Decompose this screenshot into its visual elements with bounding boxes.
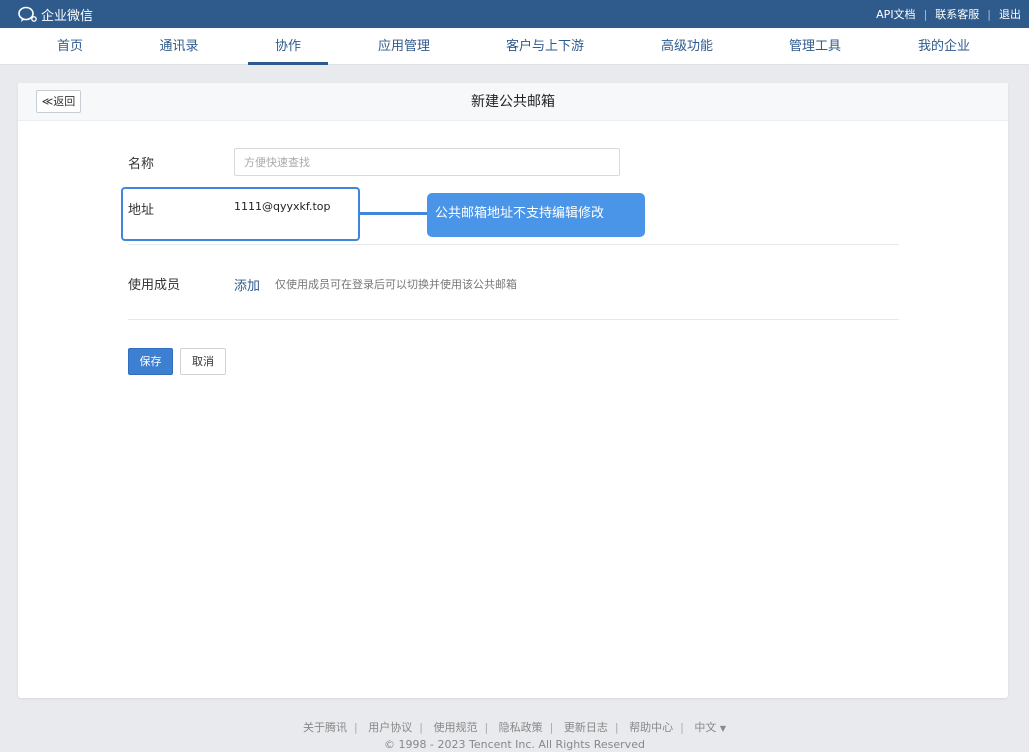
- divider: |: [923, 7, 928, 21]
- address-highlight-box: [121, 187, 360, 241]
- nav-contacts[interactable]: 通讯录: [156, 28, 202, 65]
- divider: |: [354, 721, 358, 734]
- footer-link-privacy[interactable]: 隐私政策: [499, 721, 543, 734]
- divider: |: [614, 721, 619, 734]
- language-selector[interactable]: 中文 ▼: [694, 721, 726, 734]
- copyright: © 1998 - 2023 Tencent Inc. All Rights Re…: [384, 738, 645, 751]
- divider: |: [987, 7, 991, 21]
- top-links: API文档 | 联系客服 | 退出: [876, 6, 1021, 22]
- annotation-callout: 公共邮箱地址不支持编辑修改: [427, 193, 645, 237]
- divider: |: [549, 721, 554, 734]
- footer-link-about[interactable]: 关于腾讯: [303, 721, 347, 734]
- logo[interactable]: 企业微信: [18, 5, 94, 24]
- language-label: 中文: [694, 721, 717, 734]
- footer-link-user-agreement[interactable]: 用户协议: [368, 721, 412, 734]
- nav-home[interactable]: 首页: [52, 28, 88, 65]
- caret-down-icon: ▼: [719, 724, 726, 733]
- main-card: 新建公共邮箱 ≪返回 名称 地址 1111@qyyxkf.top 公共邮箱地址不…: [18, 83, 1008, 698]
- logo-text: 企业微信: [41, 8, 94, 24]
- members-hint: 仅使用成员可在登录后可以切换并使用该公共邮箱: [275, 278, 517, 291]
- nav-customers-partners[interactable]: 客户与上下游: [500, 28, 590, 65]
- annotation-connector: [360, 212, 428, 215]
- top-bar: 企业微信 API文档 | 联系客服 | 退出: [0, 0, 1029, 28]
- address-value: 1111@qyyxkf.top: [234, 200, 331, 213]
- footer-link-usage-rules[interactable]: 使用规范: [433, 721, 477, 734]
- api-docs-link[interactable]: API文档: [876, 6, 915, 22]
- nav-advanced-features[interactable]: 高级功能: [655, 28, 719, 65]
- footer-link-changelog[interactable]: 更新日志: [564, 721, 608, 734]
- nav-my-enterprise[interactable]: 我的企业: [912, 28, 976, 65]
- divider: |: [484, 721, 489, 734]
- contact-support-link[interactable]: 联系客服: [935, 6, 979, 22]
- add-member-link[interactable]: 添加: [234, 275, 260, 294]
- page-title: 新建公共邮箱: [471, 94, 555, 110]
- footer-link-help[interactable]: 帮助中心: [629, 721, 673, 734]
- footer-links: 关于腾讯 | 用户协议 | 使用规范 | 隐私政策 | 更新日志 | 帮助中心 | 中文 ▼: [0, 719, 1029, 735]
- divider: |: [419, 721, 423, 734]
- cancel-button[interactable]: 取消: [180, 348, 226, 375]
- logout-link[interactable]: 退出: [999, 6, 1021, 22]
- name-label: 名称: [128, 157, 155, 172]
- divider: [128, 244, 899, 245]
- main-nav: 首页 通讯录 协作 应用管理 客户与上下游 高级功能 管理工具 我的企业: [0, 28, 1029, 65]
- divider: |: [680, 721, 684, 734]
- save-button[interactable]: 保存: [128, 348, 173, 375]
- name-input[interactable]: [234, 148, 620, 176]
- nav-admin-tools[interactable]: 管理工具: [783, 28, 847, 65]
- back-button[interactable]: ≪返回: [36, 90, 81, 113]
- nav-collaboration[interactable]: 协作: [248, 28, 328, 65]
- divider: [128, 319, 899, 320]
- card-header: 新建公共邮箱 ≪返回: [18, 83, 1008, 121]
- address-label: 地址: [128, 203, 155, 218]
- members-label: 使用成员: [128, 278, 181, 293]
- wecom-logo-icon: [18, 6, 37, 22]
- nav-app-management[interactable]: 应用管理: [372, 28, 436, 65]
